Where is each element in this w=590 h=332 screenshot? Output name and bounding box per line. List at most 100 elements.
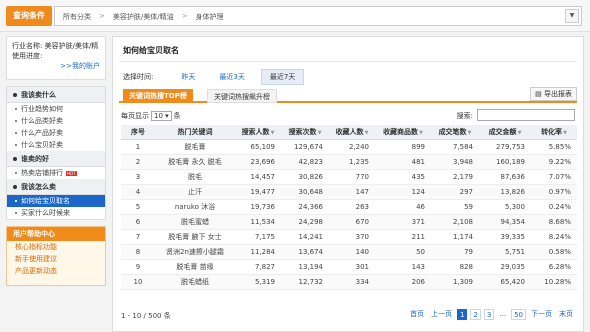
table-cell: 24,298 [281, 214, 329, 230]
bullet-icon [13, 157, 17, 161]
sidebar-item-hot-shops[interactable]: 热卖店铺排行 HOT [7, 167, 105, 179]
table-row: 1 脱毛膏 65,109 129,674 2,240 899 7,584 279,753 5.8… [121, 139, 577, 155]
nav-section-header[interactable]: 我该卖什么 [7, 87, 105, 103]
sidebar-item-product[interactable]: 什么产品好卖 [7, 127, 105, 139]
sort-icon: ▼ [317, 129, 322, 136]
keyword-cell[interactable]: 脱毛 [155, 169, 235, 185]
table-cell: 828 [431, 259, 479, 275]
help-link[interactable]: 新手使用建议 [7, 253, 105, 265]
column-header[interactable]: 收藏商品数▼ [375, 125, 431, 140]
tab-keyword-top[interactable]: 关键词热搜TOP榜 [123, 89, 193, 103]
page-link[interactable]: 2 [470, 309, 481, 320]
table-cell: 39,335 [479, 229, 531, 245]
bullet-icon [15, 144, 17, 146]
first-page-link[interactable]: 首页 [408, 309, 426, 320]
breadcrumb-item[interactable]: 身体护理 [195, 12, 223, 22]
column-header[interactable]: 热门关键词 [155, 125, 235, 140]
table-cell: 7,584 [431, 139, 479, 155]
bullet-icon [15, 120, 17, 122]
table-cell: 9 [121, 259, 155, 275]
table-row: 3 脱毛 14,457 30,826 770 435 2,179 87,636 7.07% [121, 169, 577, 185]
tab-keyword-rising[interactable]: 关键词热搜飙升榜 [207, 89, 277, 103]
prev-page-link[interactable]: 上一页 [429, 309, 454, 320]
keyword-cell[interactable]: 脱毛蜡纸 [155, 274, 235, 290]
sidebar: 行业名称: 美容护肤/美体/精 使用进度: >>我的账户 我该卖什么 行业趋势如… [6, 36, 106, 286]
table-row: 8 贤洲2n速擦小腿霜 11,284 13,674 140 50 79 5,751 0.58% [121, 244, 577, 260]
table-cell: 79 [431, 244, 479, 260]
keyword-cell[interactable]: 脱毛膏 永久 脱毛 [155, 154, 235, 170]
export-button[interactable]: ▤ 导出报表 [530, 87, 577, 101]
perpage-label: 每页显示 [121, 112, 149, 120]
time-option-3days[interactable]: 最近3天 [211, 70, 252, 84]
sidebar-item-item[interactable]: 什么宝贝好卖 [7, 139, 105, 151]
column-header[interactable]: 搜索次数▼ [281, 125, 329, 140]
table-cell: 670 [329, 214, 375, 230]
time-option-7days[interactable]: 最近7天 [260, 69, 305, 85]
table-cell: 206 [375, 274, 431, 290]
column-header[interactable]: 收藏人数▼ [329, 125, 375, 140]
keyword-cell[interactable]: 脱毛膏 [155, 139, 235, 155]
table-row: 7 脱毛膏 腋下 女士 7,175 14,241 370 211 1,174 39,335 8.… [121, 229, 577, 245]
keyword-cell[interactable]: 止汗 [155, 184, 235, 200]
help-link[interactable]: 产品更新动态 [7, 265, 105, 277]
column-header[interactable]: 成交金额▼ [479, 125, 531, 140]
table-cell: 13,674 [281, 244, 329, 260]
page-title: 如何给宝贝取名 [123, 46, 179, 55]
keyword-cell[interactable]: naruko 沐浴 [155, 199, 235, 215]
page-link[interactable]: 3 [483, 309, 495, 320]
table-cell: 899 [375, 139, 431, 155]
last-page-link[interactable]: 末页 [557, 309, 575, 320]
time-option-yesterday[interactable]: 昨天 [173, 70, 203, 84]
perpage-select[interactable]: 10 ▾ [151, 111, 172, 121]
sidebar-item-buyer-time[interactable]: 买家什么时候来 [7, 207, 105, 219]
table-cell: 371 [375, 214, 431, 230]
table-cell: 87,636 [479, 169, 531, 185]
table-cell: 5.85% [531, 139, 577, 155]
table-cell: 13,826 [479, 184, 531, 200]
table-cell: 1,309 [431, 274, 479, 290]
query-conditions-button[interactable]: 查询条件 [6, 6, 52, 26]
help-center-panel: 用户帮助中心 核心指标功能 新手使用建议 产品更新动态 [6, 226, 106, 286]
column-header[interactable]: 搜索人数▼ [235, 125, 281, 140]
table-cell: 160,189 [479, 154, 531, 170]
breadcrumb-item[interactable]: 所有分类 [63, 12, 91, 22]
my-account-link[interactable]: >>我的账户 [12, 61, 100, 71]
page-link[interactable]: 50 [511, 309, 526, 320]
breadcrumb-item[interactable]: 美容护肤/美体/精油 [113, 12, 174, 22]
sort-icon: ▼ [517, 129, 522, 136]
keyword-cell[interactable]: 贤洲2n速擦小腿霜 [155, 244, 235, 260]
breadcrumb-separator: > [181, 12, 188, 20]
table-row: 5 naruko 沐浴 19,736 24,366 263 46 59 5,300 0.24% [121, 199, 577, 215]
top-bar: 查询条件 所有分类 > 美容护肤/美体/精油 > 身体护理 ▼ [0, 0, 590, 32]
hot-badge: HOT [66, 170, 77, 176]
help-link[interactable]: 核心指标功能 [7, 241, 105, 253]
table-cell: 0.97% [531, 184, 577, 200]
table-cell: 297 [431, 184, 479, 200]
keyword-cell[interactable]: 脱毛蜜蜡 [155, 214, 235, 230]
table-cell: 6 [121, 214, 155, 230]
table-row: 6 脱毛蜜蜡 11,534 24,298 670 371 2,108 94,354 8.68% [121, 214, 577, 230]
main-panel: 如何给宝贝取名 选择时间: 昨天 最近3天 最近7天 关键词热搜TOP榜 关键词… [112, 36, 584, 332]
table-cell: 143 [375, 259, 431, 275]
chevron-down-icon[interactable]: ▼ [565, 9, 579, 23]
table-cell: 7,175 [235, 229, 281, 245]
nav-section-header[interactable]: 我该怎么卖 [7, 179, 105, 195]
table-cell: 0.58% [531, 244, 577, 260]
search-input[interactable] [477, 109, 575, 121]
nav-section-header[interactable]: 谁卖的好 [7, 151, 105, 167]
sidebar-item-category[interactable]: 什么品类好卖 [7, 115, 105, 127]
page-link[interactable]: 1 [456, 309, 468, 320]
keyword-cell[interactable]: 脱毛膏 腋下 女士 [155, 229, 235, 245]
sidebar-item-industry-trend[interactable]: 行业趋势如何 [7, 103, 105, 115]
keyword-cell[interactable]: 脱毛膏 苗缘 [155, 259, 235, 275]
perpage-unit: 条 [173, 112, 181, 120]
column-header[interactable]: 成交笔数▼ [431, 125, 479, 140]
next-page-link[interactable]: 下一页 [529, 309, 554, 320]
table-header-row: 序号 热门关键词 搜索人数▼ 搜索次数▼ 收藏人数▼ 收藏商品数▼ 成交笔数▼ … [121, 125, 577, 140]
table-cell: 30,826 [281, 169, 329, 185]
table-cell: 301 [329, 259, 375, 275]
column-header[interactable]: 序号 [121, 125, 155, 140]
sidebar-item-naming[interactable]: 如何给宝贝取名 [7, 195, 105, 207]
breadcrumb-separator: > [99, 12, 105, 20]
column-header[interactable]: 转化率▼ [531, 125, 577, 140]
